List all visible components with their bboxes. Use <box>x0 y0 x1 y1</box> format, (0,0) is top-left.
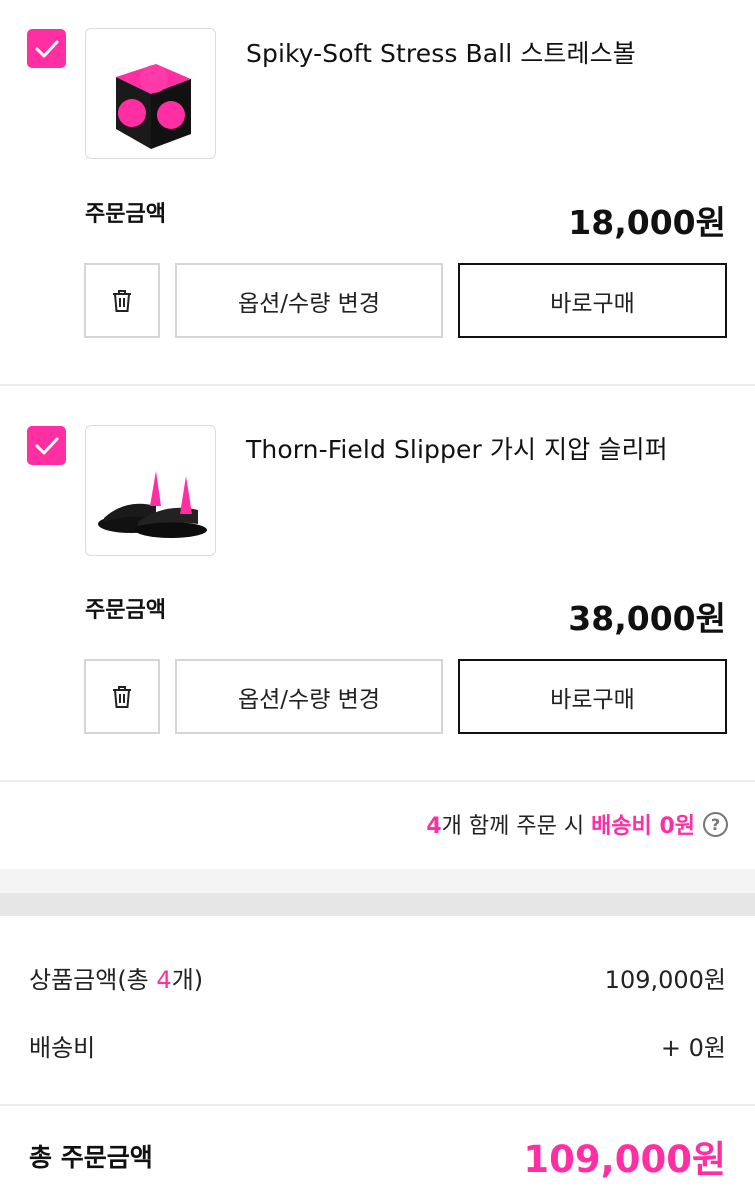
product-thumbnail[interactable] <box>85 425 216 556</box>
item-checkbox[interactable] <box>27 29 66 68</box>
spiked-slipper-image <box>98 471 207 538</box>
section-gap <box>0 893 755 916</box>
shipping-fee-label: 배송비 <box>29 1034 96 1062</box>
order-amount-label: 주문금액 <box>85 598 166 623</box>
product-name[interactable]: Spiky-Soft Stress Ball 스트레스볼 <box>246 34 636 70</box>
product-thumbnail[interactable] <box>85 28 216 159</box>
divider <box>0 780 755 782</box>
order-amount-label: 주문금액 <box>85 202 166 227</box>
products-amount-value: 109,000원 <box>604 966 726 994</box>
delete-button[interactable] <box>84 263 160 338</box>
check-icon <box>35 40 58 57</box>
buy-now-button[interactable]: 바로구매 <box>458 659 727 734</box>
products-amount-row: 상품금액(총 4개) 109,000원 <box>29 960 726 995</box>
free-shipping-text: 개 함께 주문 시 <box>441 814 592 839</box>
order-amount-value: 38,000원 <box>568 599 726 638</box>
products-count: 4 <box>156 966 172 994</box>
trash-icon <box>113 289 131 312</box>
section-gap <box>0 869 755 893</box>
question-circle-icon[interactable]: ? <box>703 811 728 837</box>
delete-button[interactable] <box>84 659 160 734</box>
product-name[interactable]: Thorn-Field Slipper 가시 지압 슬리퍼 <box>246 430 668 466</box>
shipping-fee-value: + 0원 <box>660 1034 726 1062</box>
free-shipping-note: 4개 함께 주문 시 배송비 0원 ? <box>426 808 728 840</box>
trash-icon <box>113 685 131 708</box>
order-amount-value: 18,000원 <box>568 203 726 242</box>
divider <box>0 1104 755 1106</box>
total-order-label: 총 주문금액 <box>29 1143 153 1172</box>
free-shipping-highlight: 배송비 0원 <box>591 814 695 839</box>
buy-now-button[interactable]: 바로구매 <box>458 263 727 338</box>
total-order-value: 109,000원 <box>523 1138 726 1181</box>
products-amount-label: 상품금액(총 4개) <box>29 966 204 994</box>
option-quantity-button[interactable]: 옵션/수량 변경 <box>175 659 443 734</box>
total-order-row: 총 주문금액 109,000원 <box>29 1132 726 1181</box>
item-checkbox[interactable] <box>27 426 66 465</box>
divider <box>0 384 755 386</box>
free-shipping-count: 4 <box>426 814 442 839</box>
option-quantity-button[interactable]: 옵션/수량 변경 <box>175 263 443 338</box>
check-icon <box>35 437 58 454</box>
stress-ball-cube-image <box>116 64 191 149</box>
shipping-fee-row: 배송비 + 0원 <box>29 1028 726 1063</box>
